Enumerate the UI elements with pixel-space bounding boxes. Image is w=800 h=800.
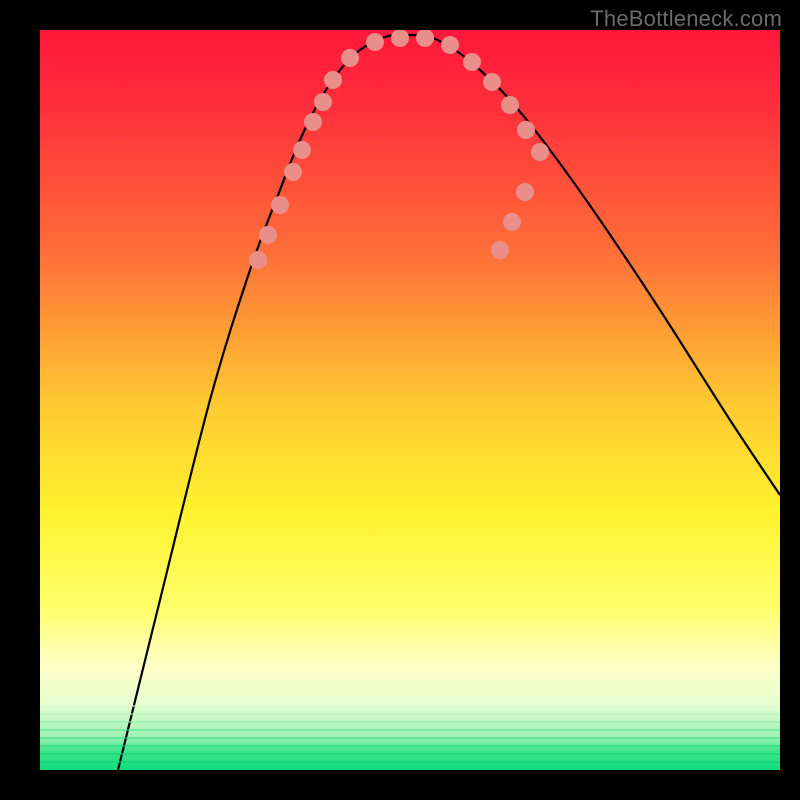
data-dot	[324, 71, 342, 89]
data-dot	[441, 36, 459, 54]
data-dot	[501, 96, 519, 114]
data-dot	[366, 33, 384, 51]
chart-svg	[40, 30, 780, 770]
data-dot	[259, 226, 277, 244]
chart-frame: TheBottleneck.com	[0, 0, 800, 800]
watermark: TheBottleneck.com	[590, 6, 782, 32]
data-dot	[491, 241, 509, 259]
data-dot	[516, 183, 534, 201]
data-dot	[293, 141, 311, 159]
data-dot	[483, 73, 501, 91]
data-dot	[416, 30, 434, 47]
data-dot	[304, 113, 322, 131]
plot-area	[40, 30, 780, 770]
data-dot	[341, 49, 359, 67]
data-dot	[517, 121, 535, 139]
data-dot	[314, 93, 332, 111]
data-dot	[463, 53, 481, 71]
data-dot	[249, 251, 267, 269]
data-dots	[249, 30, 549, 269]
color-bands	[40, 706, 780, 762]
data-dot	[391, 30, 409, 47]
data-dot	[503, 213, 521, 231]
data-dot	[284, 163, 302, 181]
data-dot	[271, 196, 289, 214]
bottleneck-curve	[118, 35, 780, 770]
data-dot	[531, 143, 549, 161]
